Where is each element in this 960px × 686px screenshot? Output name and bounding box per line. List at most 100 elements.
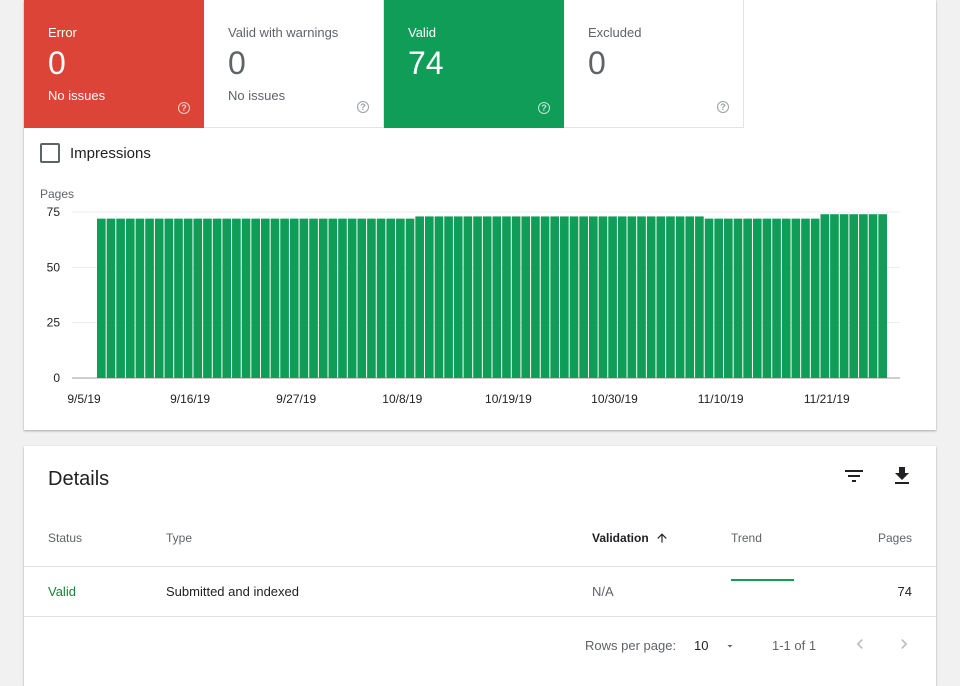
impressions-checkbox[interactable] [40, 143, 60, 163]
bar [588, 216, 598, 378]
tile-error[interactable]: Error 0 No issues ? [24, 0, 204, 128]
bar [347, 218, 357, 378]
x-tick-label: 9/16/19 [170, 392, 210, 406]
bar [396, 218, 405, 378]
bar [550, 216, 560, 378]
trend-sparkline [731, 579, 794, 581]
x-tick-label: 11/10/19 [698, 392, 744, 406]
rows-per-page-value: 10 [694, 638, 709, 653]
col-status[interactable]: Status [48, 531, 82, 545]
bar [270, 218, 280, 378]
x-tick-label: 9/27/19 [276, 392, 316, 406]
col-trend[interactable]: Trend [731, 531, 762, 545]
divider [24, 566, 936, 567]
col-type[interactable]: Type [166, 531, 192, 545]
bar [656, 216, 666, 378]
impressions-toggle[interactable]: Impressions [40, 143, 151, 163]
bar [260, 218, 270, 378]
status-tiles: Error 0 No issues ? Valid with warnings … [24, 0, 744, 128]
bar [646, 216, 656, 378]
bar [212, 218, 222, 378]
y-tick-label: 50 [47, 260, 61, 274]
bar [328, 218, 338, 378]
bar [704, 218, 714, 378]
chevron-left-icon[interactable] [850, 634, 870, 654]
bar [637, 216, 646, 378]
x-tick-label: 9/5/19 [67, 392, 101, 406]
row-type: Submitted and indexed [166, 584, 299, 599]
tile-error-label: Error [48, 25, 77, 40]
col-validation[interactable]: Validation [592, 531, 669, 545]
tile-excluded[interactable]: Excluded 0 ? [564, 0, 744, 128]
row-status: Valid [48, 584, 76, 599]
bar [289, 218, 299, 378]
bar [598, 216, 608, 378]
bar [376, 218, 386, 378]
bar [280, 218, 289, 378]
bar [569, 216, 579, 378]
help-icon[interactable]: ? [538, 102, 550, 114]
bar [473, 216, 482, 378]
bar [154, 218, 164, 378]
tile-valid[interactable]: Valid 74 ? [384, 0, 564, 128]
tile-error-value: 0 [48, 45, 66, 81]
col-pages[interactable]: Pages [878, 531, 912, 545]
y-tick-label: 25 [47, 316, 61, 330]
bar [839, 214, 849, 378]
bar [724, 218, 733, 378]
bar [810, 218, 820, 378]
bar [878, 214, 887, 378]
bar [145, 218, 154, 378]
bar [318, 218, 328, 378]
x-tick-label: 10/8/19 [382, 392, 422, 406]
bar [106, 218, 116, 378]
tile-warnings-value: 0 [228, 45, 246, 81]
tile-valid-with-warnings[interactable]: Valid with warnings 0 No issues ? [204, 0, 384, 128]
bar [627, 216, 637, 378]
bar [492, 216, 502, 378]
bar [849, 214, 859, 378]
help-icon[interactable]: ? [717, 101, 729, 113]
y-axis-label: Pages [40, 187, 74, 201]
bar [97, 218, 106, 378]
filter-icon[interactable] [842, 464, 866, 488]
bar [675, 216, 685, 378]
bar [521, 216, 531, 378]
bar [367, 218, 376, 378]
x-tick-label: 11/21/19 [804, 392, 850, 406]
bar [502, 216, 511, 378]
bar [772, 218, 781, 378]
bar [868, 214, 878, 378]
download-icon[interactable] [890, 464, 914, 488]
bar [859, 214, 868, 378]
bar [193, 218, 203, 378]
bar [405, 218, 415, 378]
bar [116, 218, 125, 378]
bar [617, 216, 627, 378]
coverage-card: Error 0 No issues ? Valid with warnings … [24, 0, 936, 430]
bar [174, 218, 183, 378]
impressions-label: Impressions [70, 144, 151, 162]
bar [415, 216, 424, 378]
details-card: Details Status Type Validation Trend Pag… [24, 446, 936, 686]
help-icon[interactable]: ? [357, 101, 369, 113]
page-range: 1-1 of 1 [772, 638, 817, 653]
bar [424, 216, 434, 378]
bar [183, 218, 193, 378]
bar [820, 214, 830, 378]
tile-valid-value: 74 [408, 45, 444, 81]
bar [781, 218, 791, 378]
divider [24, 616, 936, 617]
bar [540, 216, 550, 378]
bar [560, 216, 569, 378]
chevron-right-icon[interactable] [894, 634, 914, 654]
bar [241, 218, 251, 378]
bar [666, 216, 675, 378]
bar [386, 218, 396, 378]
rows-per-page-label: Rows per page: [585, 638, 677, 653]
rows-per-page-select[interactable]: 10 [694, 638, 736, 653]
bar [714, 218, 724, 378]
dropdown-arrow-icon [727, 644, 733, 647]
bar [685, 216, 695, 378]
help-icon[interactable]: ? [178, 102, 190, 114]
